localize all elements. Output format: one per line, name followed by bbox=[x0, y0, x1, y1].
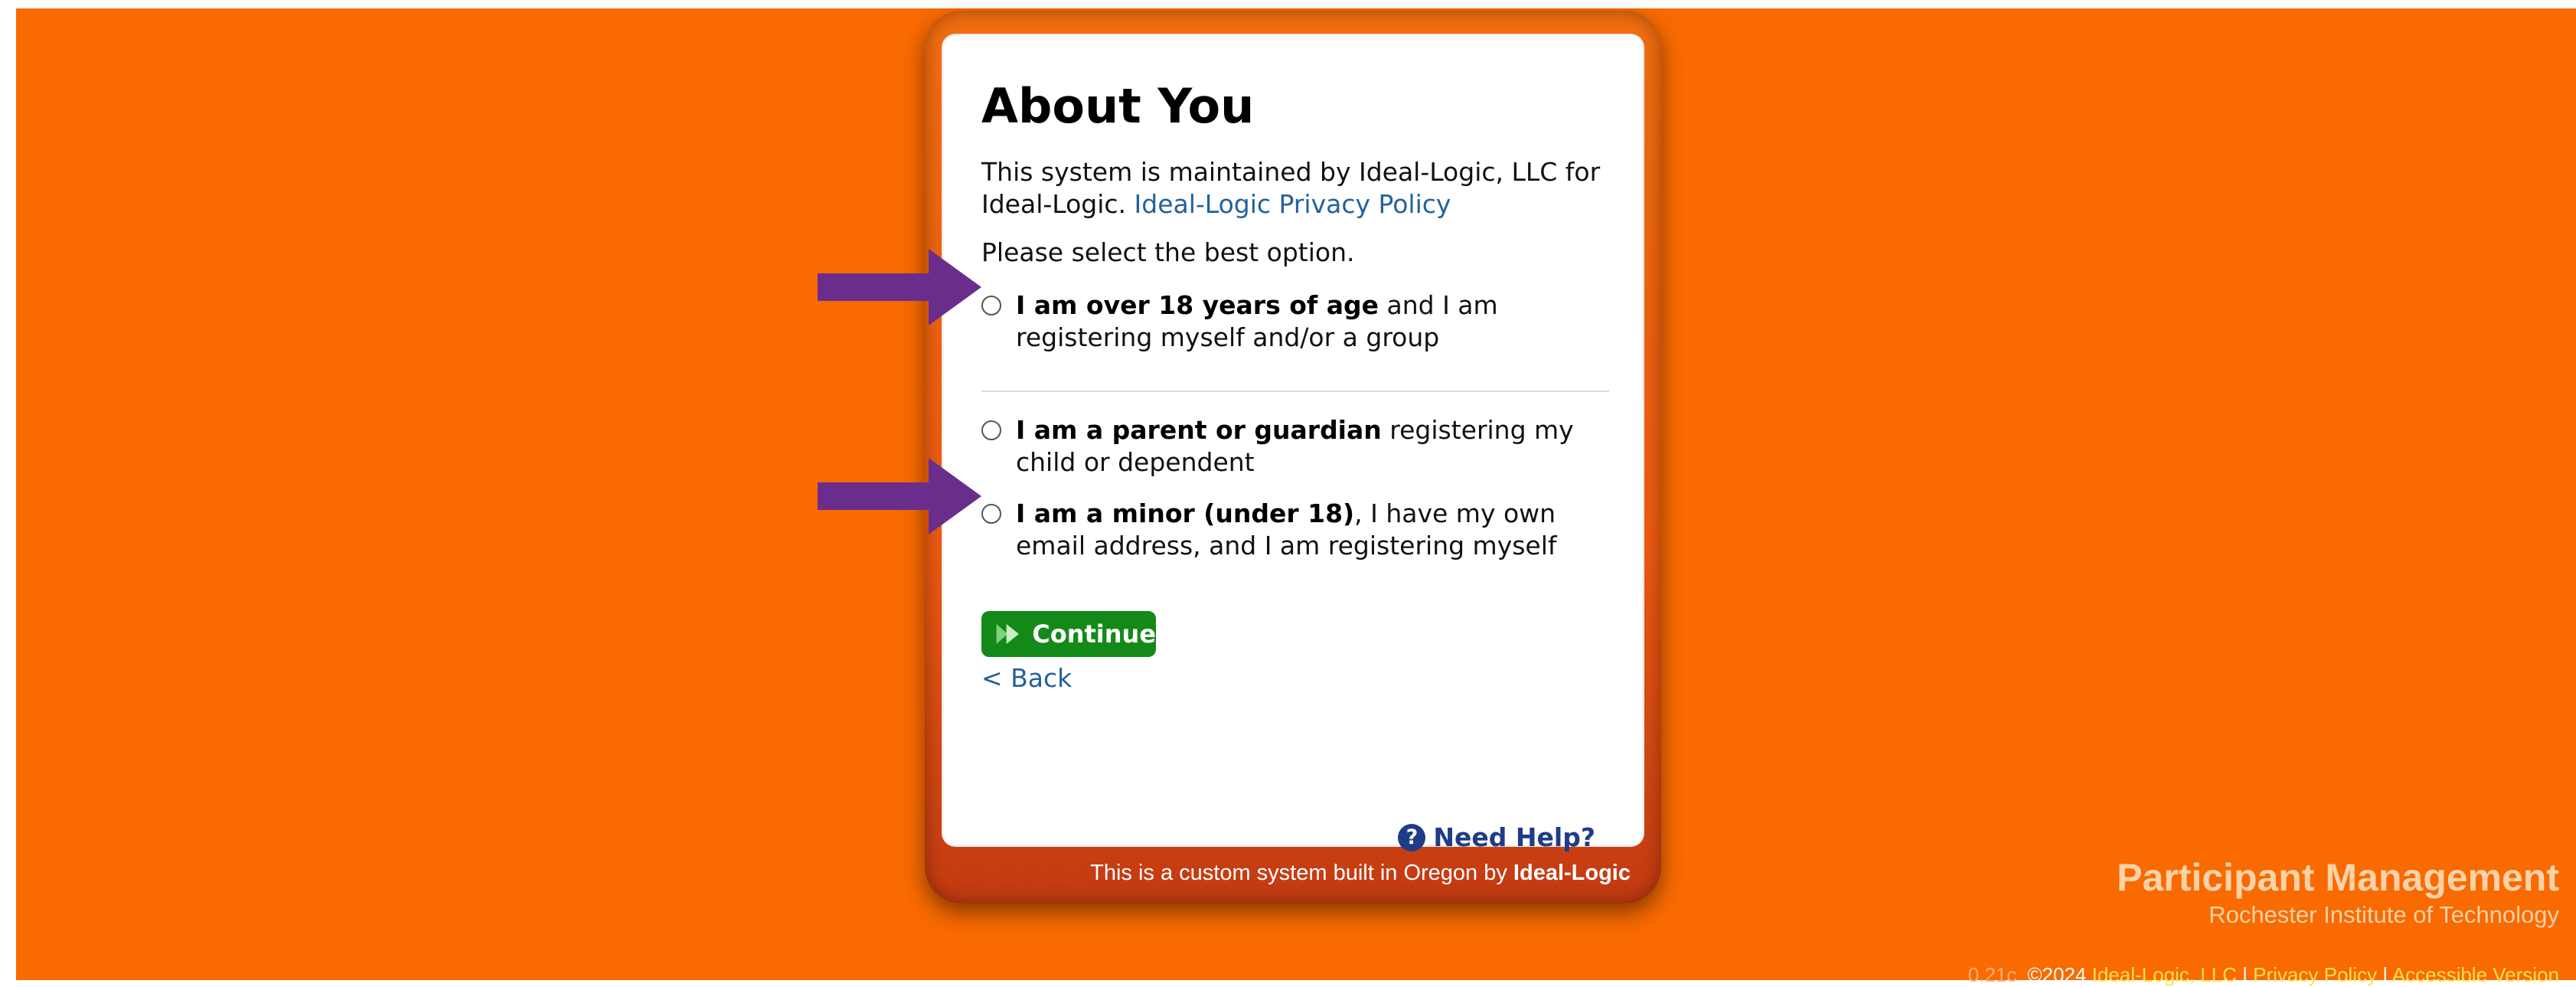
footer-separator: | bbox=[2236, 963, 2254, 986]
product-name: Participant Management bbox=[2117, 856, 2559, 899]
company-link[interactable]: Ideal-Logic, LLC bbox=[2092, 963, 2237, 986]
page-title: About You bbox=[981, 78, 1255, 134]
radio-minor[interactable] bbox=[981, 504, 1001, 524]
organization-name: Rochester Institute of Technology bbox=[2209, 901, 2559, 928]
continue-arrows-icon bbox=[996, 623, 1019, 645]
privacy-policy-link[interactable]: Ideal-Logic Privacy Policy bbox=[1135, 189, 1451, 219]
option-parent-guardian-bold: I am a parent or guardian bbox=[1016, 415, 1382, 445]
footer-separator: | bbox=[2376, 963, 2392, 986]
back-link[interactable]: < Back bbox=[981, 663, 1072, 693]
custom-system-text: This is a custom system built in Oregon … bbox=[1090, 861, 1513, 885]
need-help-link[interactable]: ? Need Help? bbox=[1398, 822, 1595, 852]
custom-system-brand: Ideal-Logic bbox=[1513, 861, 1631, 885]
footer-privacy-link[interactable]: Privacy Policy bbox=[2253, 963, 2377, 986]
maintenance-notice: This system is maintained by Ideal-Logic… bbox=[981, 156, 1617, 221]
option-parent-guardian[interactable]: I am a parent or guardian registering my… bbox=[981, 414, 1624, 479]
continue-label: Continue bbox=[1032, 619, 1156, 649]
option-over-18[interactable]: I am over 18 years of age and I am regis… bbox=[981, 289, 1624, 354]
help-question-icon: ? bbox=[1398, 823, 1426, 851]
annotation-arrow-icon bbox=[818, 458, 981, 534]
option-over-18-label[interactable]: I am over 18 years of age and I am regis… bbox=[1016, 289, 1624, 354]
accessible-version-link[interactable]: Accessible Version bbox=[2392, 963, 2559, 986]
continue-button[interactable]: Continue bbox=[981, 611, 1156, 657]
content-panel: About You This system is maintained by I… bbox=[942, 34, 1644, 852]
custom-system-note: This is a custom system built in Oregon … bbox=[1090, 861, 1631, 886]
option-over-18-bold: I am over 18 years of age bbox=[1016, 290, 1379, 320]
option-parent-guardian-label[interactable]: I am a parent or guardian registering my… bbox=[1016, 414, 1624, 479]
page-footer: 0.21c ©2024 Ideal-Logic, LLC | Privacy Po… bbox=[1968, 963, 2559, 987]
annotation-arrow-icon bbox=[818, 249, 981, 325]
copyright-label: ©2024 bbox=[2027, 963, 2087, 986]
option-minor[interactable]: I am a minor (under 18), I have my own e… bbox=[981, 498, 1624, 562]
radio-parent-guardian[interactable] bbox=[981, 420, 1001, 440]
radio-over-18[interactable] bbox=[981, 296, 1001, 315]
need-help-label: Need Help? bbox=[1433, 822, 1595, 852]
version-label: 0.21c bbox=[1967, 963, 2017, 986]
selection-prompt: Please select the best option. bbox=[981, 237, 1355, 267]
option-minor-label[interactable]: I am a minor (under 18), I have my own e… bbox=[1016, 498, 1624, 562]
registration-card: About You This system is maintained by I… bbox=[925, 11, 1661, 904]
option-minor-bold: I am a minor (under 18) bbox=[1016, 498, 1355, 528]
option-divider bbox=[981, 391, 1609, 392]
